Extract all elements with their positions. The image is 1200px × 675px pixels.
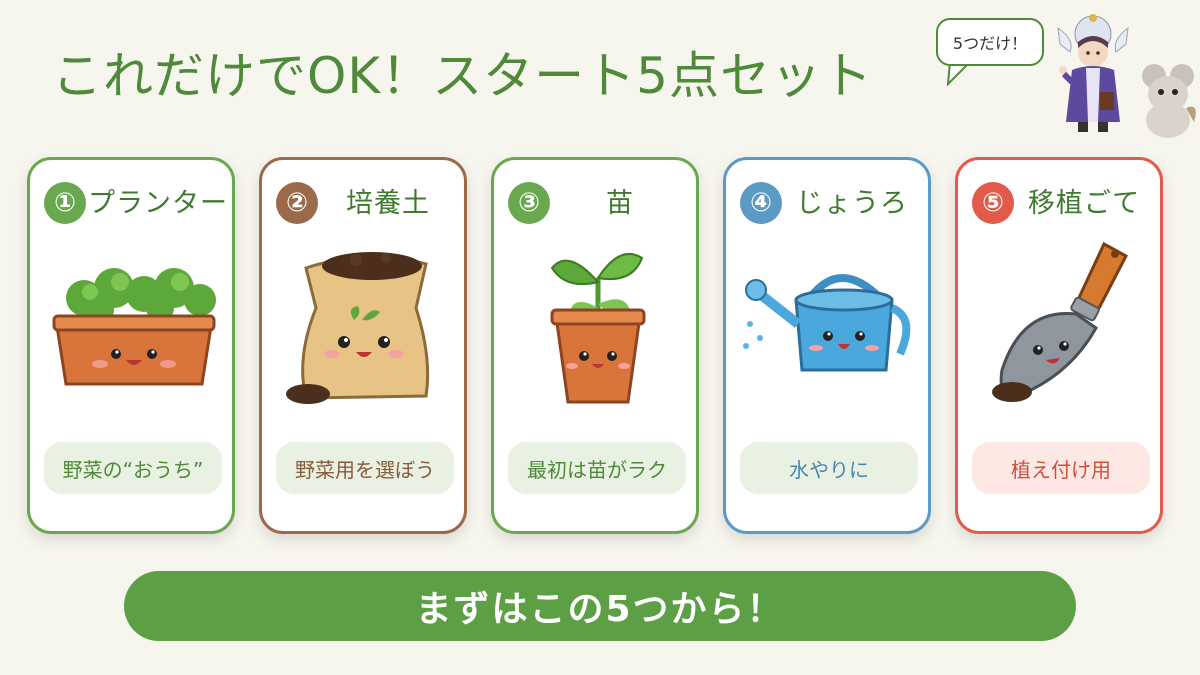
card-label: 苗 bbox=[606, 188, 634, 219]
card-planter: ① プランター 野菜の“おうち” bbox=[27, 157, 235, 534]
card-caption: 野菜用を選ぼう bbox=[276, 442, 454, 494]
card-caption: 野菜の“おうち” bbox=[44, 442, 222, 494]
number-badge: ① bbox=[44, 182, 86, 224]
planter-icon bbox=[52, 268, 216, 386]
card-soil: ② 培養土 野菜用を選ぼう bbox=[259, 157, 467, 534]
trowel-icon bbox=[992, 241, 1129, 402]
seedling-icon bbox=[550, 253, 646, 404]
number-badge: ③ bbox=[508, 182, 550, 224]
soil-bag-icon bbox=[286, 252, 430, 404]
number-badge: ④ bbox=[740, 182, 782, 224]
card-header: ① プランター bbox=[44, 180, 228, 226]
card-caption: 水やりに bbox=[740, 442, 918, 494]
card-watering-can: ④ じょうろ 水やりに bbox=[723, 157, 931, 534]
mascot-icon bbox=[1057, 14, 1196, 138]
card-trowel: ⑤ 移植ごて 植え付け用 bbox=[955, 157, 1163, 534]
card-label: 培養土 bbox=[346, 188, 430, 219]
page-title: これだけでOK！スタート5点セット bbox=[52, 47, 873, 105]
card-caption: 最初は苗がラク bbox=[508, 442, 686, 494]
card-label: じょうろ bbox=[796, 188, 908, 219]
number-badge: ② bbox=[276, 182, 318, 224]
speech-bubble: 5つだけ！ bbox=[936, 18, 1044, 66]
card-caption: 植え付け用 bbox=[972, 442, 1150, 494]
card-header: ⑤ 移植ごて bbox=[972, 180, 1152, 226]
card-header: ③ 苗 bbox=[508, 180, 688, 226]
cta-banner: まずはこの5つから！ bbox=[124, 571, 1076, 641]
watering-can-icon bbox=[743, 274, 911, 372]
number-badge: ⑤ bbox=[972, 182, 1014, 224]
card-label: プランター bbox=[88, 188, 228, 219]
card-header: ② 培養土 bbox=[276, 180, 456, 226]
card-header: ④ じょうろ bbox=[740, 180, 920, 226]
card-label: 移植ごて bbox=[1027, 188, 1141, 219]
card-seedling: ③ 苗 最初は苗がラク bbox=[491, 157, 699, 534]
